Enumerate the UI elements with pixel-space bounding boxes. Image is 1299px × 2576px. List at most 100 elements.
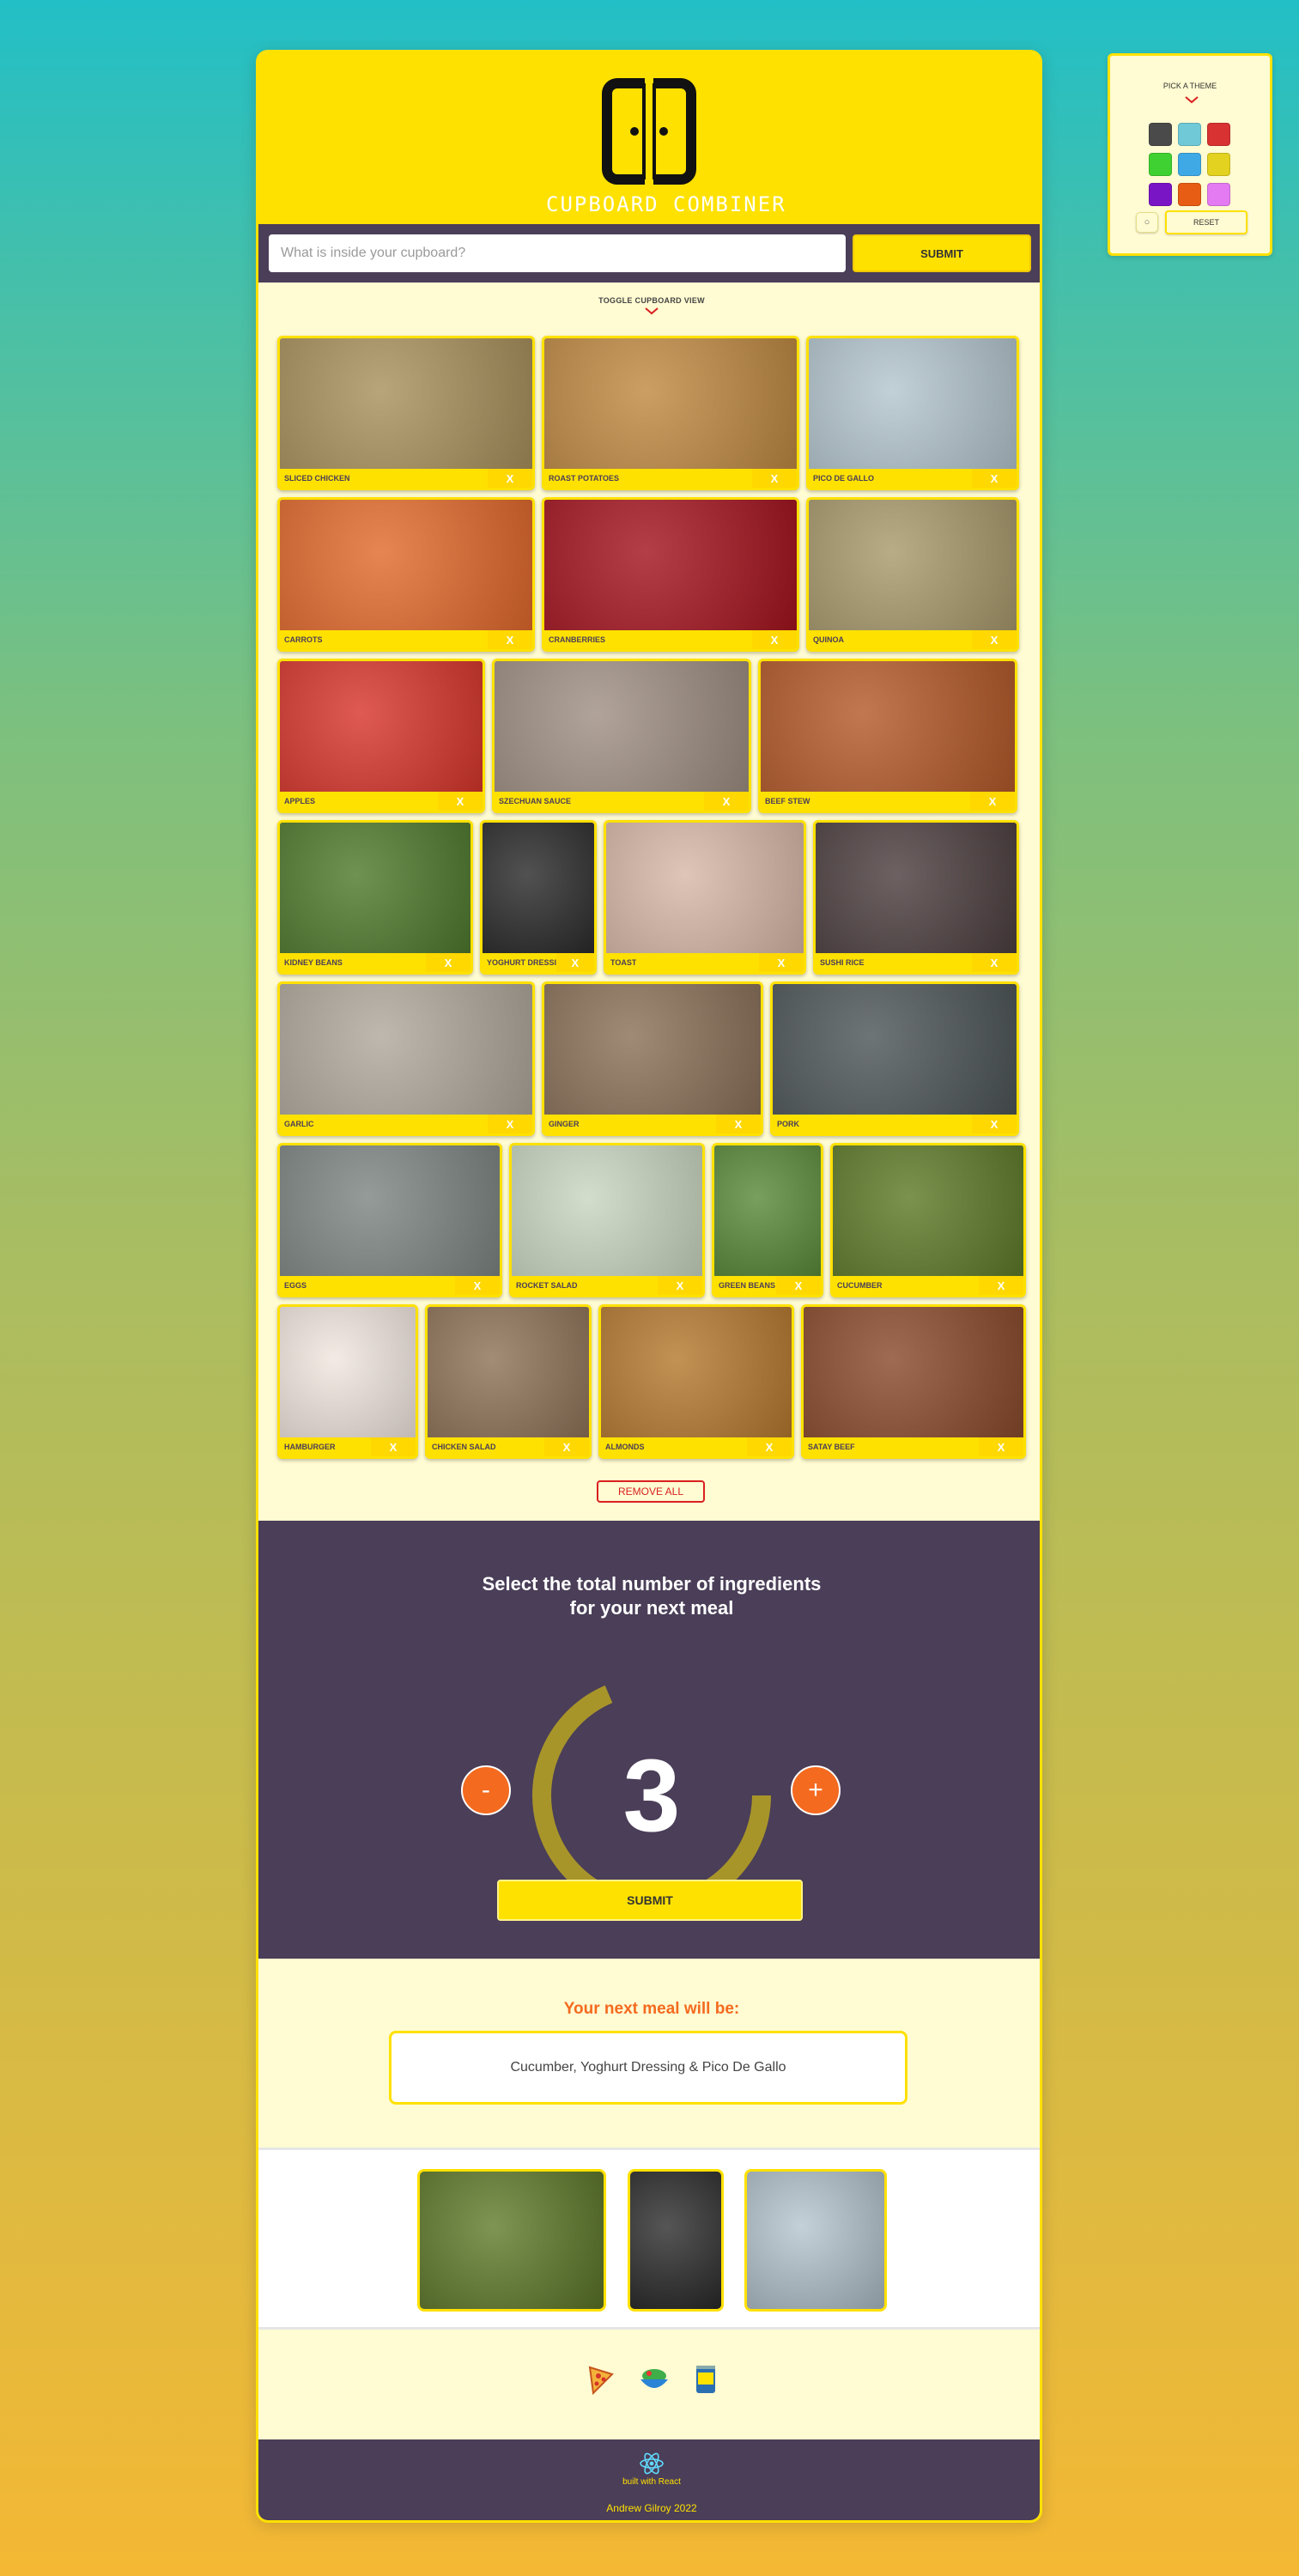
remove-ingredient-button[interactable]: X (776, 1276, 821, 1295)
ingredient-bar: SZECHUAN SAUCE X (495, 792, 749, 811)
remove-ingredient-button[interactable]: X (544, 1437, 589, 1456)
chevron-down-icon[interactable] (1184, 95, 1199, 104)
remove-ingredient-button[interactable]: X (371, 1437, 416, 1456)
cupboard-row: KIDNEY BEANSXYOGHURT DRESSINGXTOASTXSUSH… (277, 820, 1026, 975)
ingredient-label: SLICED CHICKEN (284, 474, 350, 483)
header: CUPBOARD COMBINER (258, 52, 1040, 224)
ingredient-bar: SATAY BEEF X (804, 1437, 1023, 1456)
cupboard-grid: SLICED CHICKEN X ROAST POTATOES X PICO DE GA… (277, 336, 1026, 1466)
count-submit-button[interactable]: SUBMIT (497, 1880, 803, 1921)
ingredient-bar: PORK X (773, 1115, 1017, 1133)
remove-all-button[interactable]: REMOVE ALL (597, 1480, 705, 1503)
ingredient-image (280, 338, 532, 469)
ingredient-label: GREEN BEANS (719, 1281, 776, 1290)
ingredient-image (714, 1145, 821, 1276)
ingredient-tile: QUINOA X (806, 497, 1019, 652)
search-submit-button[interactable]: SUBMIT (853, 234, 1031, 272)
ingredient-image (280, 500, 532, 630)
ingredient-image (601, 1307, 792, 1437)
remove-ingredient-button[interactable]: X (488, 1115, 532, 1133)
ingredient-bar: SUSHI RICE X (816, 953, 1017, 972)
remove-ingredient-button[interactable]: X (752, 469, 797, 488)
remove-ingredient-button[interactable]: X (438, 792, 483, 811)
salad-bowl-icon (640, 2369, 668, 2388)
theme-toggle-button[interactable]: ○ (1136, 212, 1158, 233)
ingredient-image (833, 1145, 1023, 1276)
ingredient-label: SATAY BEEF (808, 1443, 855, 1451)
theme-swatch[interactable] (1207, 183, 1230, 206)
ingredient-bar: EGGS X (280, 1276, 500, 1295)
ingredient-image (280, 984, 532, 1115)
theme-picker-title: PICK A THEME (1162, 82, 1217, 90)
remove-ingredient-button[interactable]: X (979, 1276, 1023, 1295)
canned-food-icon (696, 2366, 715, 2393)
theme-swatch[interactable] (1149, 183, 1172, 206)
remove-ingredient-button[interactable]: X (555, 953, 594, 972)
theme-swatch[interactable] (1178, 183, 1201, 206)
ingredient-tile: YOGHURT DRESSINGX (480, 820, 597, 975)
remove-ingredient-button[interactable]: X (488, 630, 532, 649)
selector-title-line1: Select the total number of ingredients (482, 1573, 822, 1595)
ingredient-label: QUINOA (813, 635, 844, 644)
ingredient-bar: CHICKEN SALAD X (428, 1437, 589, 1456)
ingredient-label: SUSHI RICE (820, 958, 865, 967)
ingredient-bar: KIDNEY BEANS X (280, 953, 470, 972)
ingredient-image (809, 500, 1017, 630)
ingredient-count-selector: Select the total number of ingredients f… (258, 1521, 1040, 1959)
theme-swatch[interactable] (1149, 153, 1172, 176)
ingredient-label: CHICKEN SALAD (432, 1443, 496, 1451)
ingredient-tile: SZECHUAN SAUCE X (492, 659, 751, 813)
theme-swatches (1149, 123, 1235, 206)
ingredient-bar: GARLIC X (280, 1115, 532, 1133)
ingredient-tile: ROCKET SALAD X (509, 1143, 705, 1297)
remove-ingredient-button[interactable]: X (716, 1115, 761, 1133)
ingredient-tile: GREEN BEANS X (712, 1143, 823, 1297)
remove-ingredient-button[interactable]: X (970, 792, 1015, 811)
theme-reset-button[interactable]: RESET (1165, 210, 1247, 234)
remove-ingredient-button[interactable]: X (658, 1276, 702, 1295)
ingredient-label: CUCUMBER (837, 1281, 883, 1290)
ingredient-bar: YOGHURT DRESSINGX (483, 953, 594, 972)
cupboard-row: CARROTS X CRANBERRIES X QUINOA X (277, 497, 1026, 652)
theme-swatch[interactable] (1178, 153, 1201, 176)
ingredient-label: GARLIC (284, 1120, 314, 1128)
ingredient-image (606, 823, 804, 953)
ingredient-label: ROCKET SALAD (516, 1281, 578, 1290)
search-bar: SUBMIT (258, 224, 1040, 283)
remove-ingredient-button[interactable]: X (972, 953, 1017, 972)
increment-button[interactable]: + (791, 1765, 841, 1815)
remove-ingredient-button[interactable]: X (455, 1276, 500, 1295)
app-container: CUPBOARD COMBINER SUBMIT TOGGLE CUPBOARD… (256, 50, 1042, 2523)
remove-ingredient-button[interactable]: X (759, 953, 804, 972)
result-meal-text: Cucumber, Yoghurt Dressing & Pico De Gal… (510, 2060, 786, 2075)
decrement-button[interactable]: - (461, 1765, 511, 1815)
remove-ingredient-button[interactable]: X (972, 1115, 1017, 1133)
ingredient-image (544, 984, 761, 1115)
remove-ingredient-button[interactable]: X (704, 792, 749, 811)
remove-ingredient-button[interactable]: X (488, 469, 532, 488)
cupboard-row: EGGS X ROCKET SALAD X GREEN BEANS X CUCUMBER X (277, 1143, 1026, 1297)
cupboard-row: GARLIC X GINGER X PORK X (277, 981, 1026, 1136)
theme-swatch[interactable] (1207, 153, 1230, 176)
remove-ingredient-button[interactable]: X (972, 469, 1017, 488)
ingredient-tile: CHICKEN SALAD X (425, 1304, 592, 1459)
ingredient-label: PICO DE GALLO (813, 474, 875, 483)
remove-ingredient-button[interactable]: X (752, 630, 797, 649)
theme-swatch[interactable] (1178, 123, 1201, 146)
search-input[interactable] (269, 234, 846, 272)
ingredient-label: SZECHUAN SAUCE (499, 797, 572, 805)
ingredient-bar: CUCUMBER X (833, 1276, 1023, 1295)
remove-ingredient-button[interactable]: X (972, 630, 1017, 649)
result-section: Your next meal will be: Cucumber, Yoghur… (258, 1959, 1040, 2139)
ingredient-tile: CARROTS X (277, 497, 535, 652)
chevron-down-icon[interactable] (644, 307, 659, 315)
ingredient-image (761, 661, 1015, 792)
remove-ingredient-button[interactable]: X (426, 953, 470, 972)
meal-image-cucumber (417, 2169, 606, 2312)
pizza-icon (588, 2366, 614, 2396)
remove-ingredient-button[interactable]: X (979, 1437, 1023, 1456)
theme-swatch[interactable] (1149, 123, 1172, 146)
toggle-cupboard-view[interactable]: TOGGLE CUPBOARD VIEW (258, 296, 1040, 315)
remove-ingredient-button[interactable]: X (747, 1437, 792, 1456)
theme-swatch[interactable] (1207, 123, 1230, 146)
